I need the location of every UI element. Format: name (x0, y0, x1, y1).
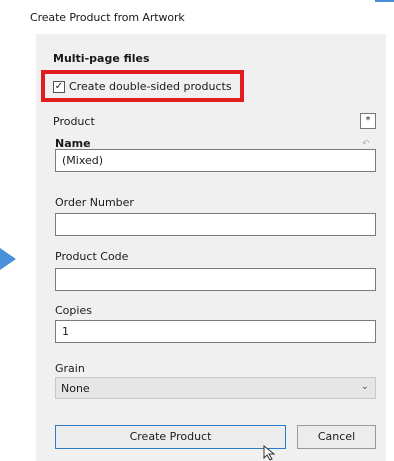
title-bar: Create Product from Artwork (0, 0, 394, 34)
dialog-edge (386, 34, 394, 461)
order-number-input[interactable] (55, 213, 376, 236)
section-heading: Multi-page files (53, 52, 150, 65)
check-icon: ✓ (54, 81, 64, 92)
page: Create Product from Artwork Multi-page f… (0, 0, 394, 461)
arrow-right-icon (0, 248, 16, 270)
mouse-cursor-icon (263, 445, 276, 461)
double-sided-checkbox[interactable]: ✓ (53, 81, 65, 93)
product-code-input[interactable] (55, 268, 376, 291)
copies-input[interactable] (55, 320, 376, 343)
double-sided-label[interactable]: Create double-sided products (69, 80, 232, 93)
title-accent-line (375, 0, 394, 2)
asterisk-button[interactable]: * (360, 113, 376, 129)
create-product-button[interactable]: Create Product (55, 425, 286, 449)
product-label: Product (53, 115, 95, 128)
product-code-label: Product Code (55, 250, 129, 263)
grain-selected-value: None (61, 382, 90, 395)
grain-label: Grain (55, 362, 85, 375)
copies-label: Copies (55, 304, 92, 317)
window-title: Create Product from Artwork (30, 11, 185, 24)
grain-select[interactable]: None ⌄ (55, 377, 376, 399)
chevron-down-icon: ⌄ (360, 381, 369, 392)
name-input[interactable] (55, 149, 376, 172)
order-number-label: Order Number (55, 196, 134, 209)
cancel-button[interactable]: Cancel (297, 425, 376, 449)
undo-icon[interactable]: ↶ (362, 139, 370, 149)
